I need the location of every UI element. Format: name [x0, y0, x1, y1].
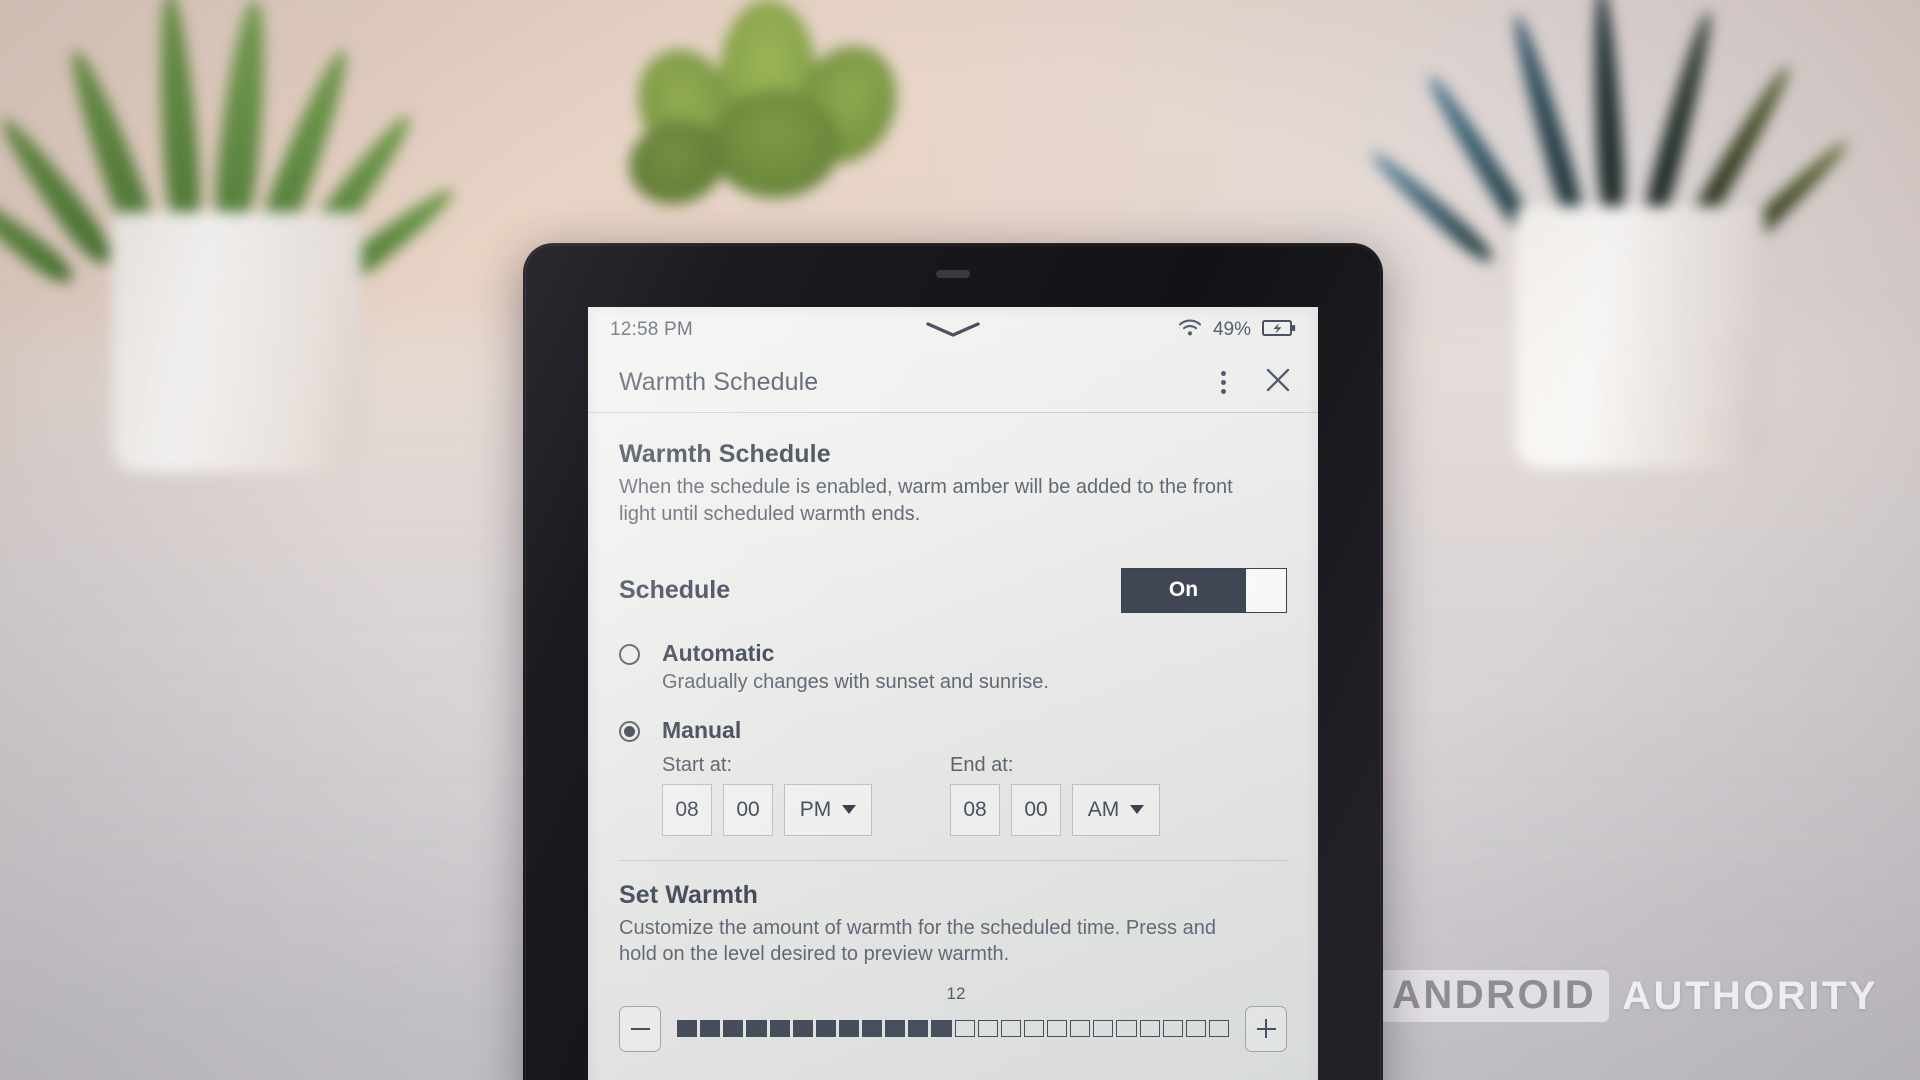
warmth-slider-row — [619, 1005, 1287, 1052]
warmth-tick[interactable] — [700, 1020, 721, 1038]
watermark-brand-boxed: ANDROID — [1379, 970, 1610, 1022]
chevron-down-icon[interactable] — [925, 321, 981, 344]
warmth-tick[interactable] — [954, 1020, 975, 1038]
battery-charging-icon — [1262, 319, 1296, 342]
radio-option-automatic[interactable]: Automatic Gradually changes with sunset … — [619, 640, 1287, 694]
warmth-tick[interactable] — [1208, 1020, 1229, 1038]
end-at-label: End at: — [950, 753, 1014, 776]
radio-option-automatic-text: Automatic Gradually changes with sunset … — [662, 640, 1049, 694]
close-icon[interactable] — [1264, 366, 1292, 399]
warmth-tick[interactable] — [1000, 1020, 1021, 1038]
radio-subtitle-automatic: Gradually changes with sunset and sunris… — [662, 670, 1049, 693]
set-warmth-description: Customize the amount of warmth for the s… — [619, 916, 1216, 966]
time-picker-start: Start at: 08 00 PM — [662, 754, 872, 836]
status-bar-time: 12:58 PM — [610, 319, 693, 340]
watermark-brand-plain: AUTHORITY — [1622, 974, 1878, 1018]
warmth-tick[interactable] — [792, 1020, 813, 1038]
warmth-tick[interactable] — [977, 1020, 998, 1038]
time-picker-end: End at: 08 00 AM — [950, 754, 1160, 836]
warmth-tick[interactable] — [862, 1020, 883, 1038]
warmth-tick[interactable] — [908, 1020, 929, 1038]
warmth-tick[interactable] — [1093, 1020, 1114, 1038]
radio-indicator-automatic[interactable] — [619, 644, 640, 666]
schedule-toggle-switch[interactable]: On — [1121, 567, 1287, 613]
warmth-tick[interactable] — [746, 1020, 767, 1038]
warmth-tick[interactable] — [1162, 1020, 1183, 1038]
ereader-screen: 12:58 PM 49% Warmth Schedule Warmth Sche… — [588, 307, 1318, 1080]
warmth-schedule-description: When the schedule is enabled, warm amber… — [619, 476, 1233, 525]
photo-scene: ANDROID AUTHORITY 12:58 PM 49% Warmth Sc… — [0, 0, 1920, 1080]
decorative-plant-right — [1365, 0, 1854, 468]
radio-option-manual-text: Manual Start at: 08 00 PM End at: 08 00 … — [662, 716, 1160, 836]
end-hour-field[interactable]: 08 — [950, 783, 1000, 836]
decorative-plant-left — [0, 0, 461, 472]
warmth-tick[interactable] — [723, 1020, 744, 1038]
warmth-tick[interactable] — [838, 1020, 859, 1038]
time-picker-area: Start at: 08 00 PM End at: 08 00 AM — [662, 754, 1160, 836]
start-at-fields: 08 00 PM — [662, 783, 872, 836]
warmth-tick[interactable] — [1023, 1020, 1044, 1038]
wifi-icon — [1178, 318, 1202, 342]
chevron-down-icon — [1130, 805, 1145, 815]
warmth-tick[interactable] — [1070, 1020, 1091, 1038]
warmth-tick[interactable] — [931, 1020, 952, 1038]
end-meridiem-select[interactable]: AM — [1072, 783, 1160, 836]
start-hour-field[interactable]: 08 — [662, 783, 712, 836]
start-minute-field[interactable]: 00 — [723, 783, 773, 836]
status-bar-indicators: 49% — [1178, 318, 1296, 342]
schedule-toggle-row: Schedule On — [619, 565, 1287, 615]
radio-indicator-manual[interactable] — [619, 720, 640, 742]
dialog-title-actions — [1213, 366, 1292, 399]
decorative-plant-middle — [600, 0, 940, 270]
schedule-toggle-knob — [1245, 568, 1286, 612]
set-warmth-heading: Set Warmth — [619, 880, 758, 909]
schedule-mode-radio-group: Automatic Gradually changes with sunset … — [619, 640, 1287, 836]
schedule-toggle-state-label: On — [1122, 568, 1245, 612]
warmth-tick[interactable] — [1047, 1020, 1068, 1038]
warmth-tick[interactable] — [677, 1020, 698, 1038]
device-speaker-slot — [936, 270, 970, 278]
dialog-title: Warmth Schedule — [619, 368, 819, 396]
battery-percent-label: 49% — [1212, 319, 1251, 340]
start-meridiem-value: PM — [799, 797, 832, 821]
warmth-level-slider[interactable] — [677, 1020, 1229, 1038]
section-divider — [619, 859, 1287, 861]
schedule-label: Schedule — [619, 575, 731, 604]
dialog-content: Warmth Schedule When the schedule is ena… — [588, 414, 1318, 1080]
start-meridiem-select[interactable]: PM — [784, 783, 872, 836]
minus-icon[interactable] — [619, 1005, 661, 1052]
dialog-title-bar: Warmth Schedule — [588, 353, 1318, 413]
end-minute-field[interactable]: 00 — [1011, 783, 1061, 836]
warmth-tick[interactable] — [769, 1020, 790, 1038]
warmth-tick[interactable] — [885, 1020, 906, 1038]
radio-title-automatic: Automatic — [662, 640, 775, 667]
plus-icon[interactable] — [1245, 1005, 1287, 1052]
warmth-schedule-heading: Warmth Schedule — [619, 440, 831, 468]
ereader-device: 12:58 PM 49% Warmth Schedule Warmth Sche… — [523, 243, 1383, 1080]
end-meridiem-value: AM — [1087, 797, 1120, 821]
set-warmth-section: Set Warmth Customize the amount of warmt… — [619, 881, 1287, 1052]
warmth-tick[interactable] — [1139, 1020, 1160, 1038]
status-bar: 12:58 PM 49% — [588, 307, 1318, 353]
warmth-tick[interactable] — [1116, 1020, 1137, 1038]
radio-option-manual[interactable]: Manual Start at: 08 00 PM End at: 08 00 … — [619, 716, 1287, 836]
warmth-tick[interactable] — [815, 1020, 836, 1038]
warmth-tick[interactable] — [1185, 1020, 1206, 1038]
kebab-menu-icon[interactable] — [1213, 366, 1234, 399]
end-at-fields: 08 00 AM — [950, 783, 1160, 836]
android-authority-watermark: ANDROID AUTHORITY — [1379, 970, 1878, 1022]
radio-title-manual: Manual — [662, 716, 742, 743]
chevron-down-icon — [842, 805, 857, 815]
warmth-value-label: 12 — [946, 983, 966, 1003]
start-at-label: Start at: — [662, 753, 733, 776]
